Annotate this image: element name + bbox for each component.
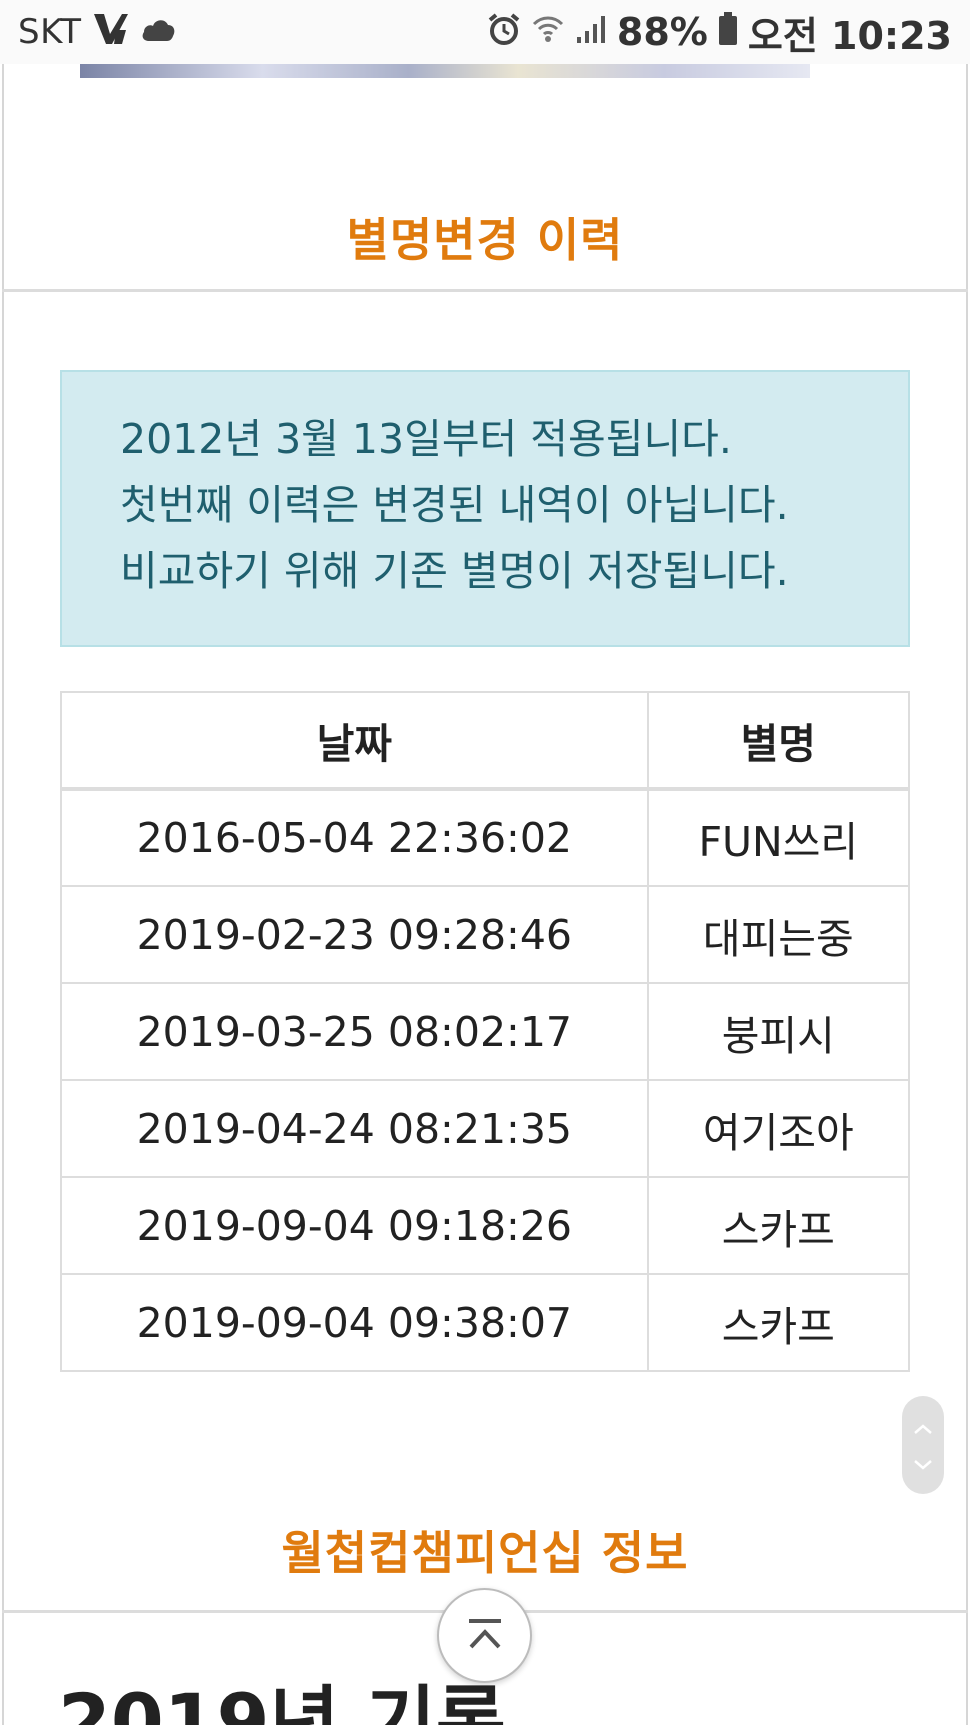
notice-line: 비교하기 위해 기존 별명이 저장됩니다.	[120, 547, 789, 595]
status-bar-right: 88% 오전 10:23	[487, 5, 952, 60]
carrier-label: SKT	[18, 12, 82, 52]
notice-line: 2012년 3월 13일부터 적용됩니다.	[120, 415, 732, 463]
date-cell: 2019-03-25 08:02:17	[60, 982, 649, 1081]
section-divider	[2, 289, 968, 292]
column-header-date: 날짜	[60, 691, 649, 791]
alarm-icon	[487, 12, 521, 52]
page-content: 별명변경 이력 2012년 3월 13일부터 적용됩니다. 첫번째 이력은 변경…	[0, 64, 970, 1725]
lte-volte-icon	[92, 12, 130, 52]
nickname-cell: FUN쓰리	[646, 788, 911, 887]
table-row: 2019-09-04 09:38:07 스카프	[60, 1273, 911, 1372]
date-cell: 2016-05-04 22:36:02	[60, 788, 649, 887]
table-header-row: 날짜 별명	[60, 691, 911, 791]
battery-icon	[718, 12, 738, 52]
status-bar-left: SKT	[18, 12, 176, 52]
date-cell: 2019-09-04 09:38:07	[60, 1273, 649, 1372]
table-row: 2019-03-25 08:02:17 붕피시	[60, 982, 911, 1081]
nickname-cell: 대피는중	[646, 885, 911, 984]
scroll-to-top-button[interactable]	[437, 1588, 532, 1683]
nickname-history-title: 별명변경 이력	[346, 213, 624, 267]
nickname-cell: 여기조아	[646, 1079, 911, 1178]
date-cell: 2019-02-23 09:28:46	[60, 885, 649, 984]
table-row: 2019-04-24 08:21:35 여기조아	[60, 1079, 911, 1178]
nickname-history-table: 날짜 별명 2016-05-04 22:36:02 FUN쓰리 2019-02-…	[60, 691, 911, 1372]
profile-banner-image	[80, 64, 810, 78]
battery-percent: 88%	[616, 10, 708, 54]
column-header-nickname: 별명	[646, 691, 911, 791]
wifi-icon	[531, 12, 565, 52]
nickname-cell: 붕피시	[646, 982, 911, 1081]
scroll-up-icon[interactable]	[913, 1413, 933, 1441]
date-cell: 2019-04-24 08:21:35	[60, 1079, 649, 1178]
cloud-icon	[140, 15, 176, 49]
worldcup-championship-title: 월첩컵챔피언십 정보	[281, 1526, 689, 1580]
page-scroll-control[interactable]	[902, 1396, 944, 1494]
table-row: 2019-09-04 09:18:26 스카프	[60, 1176, 911, 1275]
year-record-heading: 2019년 기록	[58, 1677, 506, 1725]
notice-line: 첫번째 이력은 변경된 내역이 아닙니다.	[120, 481, 789, 529]
info-notice-box: 2012년 3월 13일부터 적용됩니다. 첫번째 이력은 변경된 내역이 아닙…	[60, 370, 910, 647]
signal-icon	[575, 13, 607, 51]
arrow-to-top-icon	[465, 1617, 505, 1655]
table-row: 2019-02-23 09:28:46 대피는중	[60, 885, 911, 984]
date-cell: 2019-09-04 09:18:26	[60, 1176, 649, 1275]
clock: 오전 10:23	[747, 13, 952, 58]
table-row: 2016-05-04 22:36:02 FUN쓰리	[60, 788, 911, 887]
scroll-down-icon[interactable]	[913, 1449, 933, 1477]
status-bar: SKT 88% 오전 10:23	[0, 0, 970, 64]
nickname-cell: 스카프	[646, 1176, 911, 1275]
nickname-cell: 스카프	[646, 1273, 911, 1372]
